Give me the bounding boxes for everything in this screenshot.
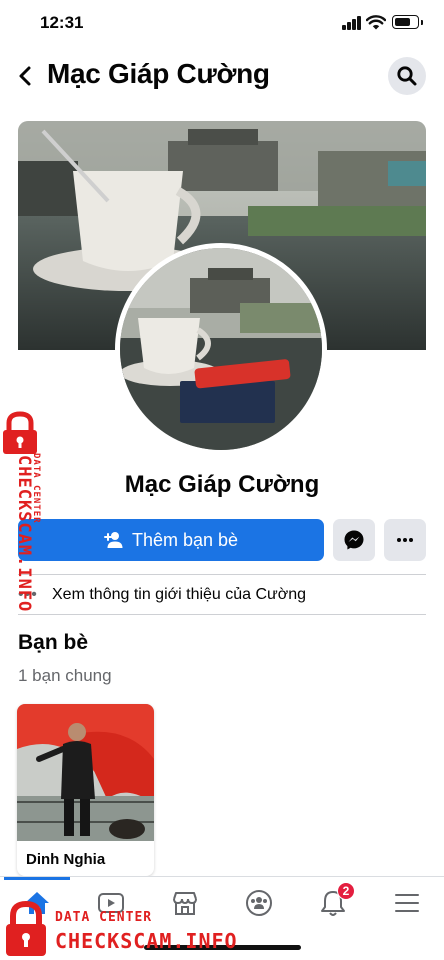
watermark-lock-icon: [6, 900, 46, 956]
marketplace-icon: [173, 892, 197, 915]
about-label: Xem thông tin giới thiệu của Cường: [52, 586, 307, 603]
divider: [18, 614, 426, 615]
watermark-bottom-text: CHECKSCAM.INFO: [55, 929, 238, 953]
status-bar: 12:31: [0, 0, 444, 46]
messenger-button[interactable]: [333, 519, 375, 561]
friend-name: Dinh Nghia: [26, 851, 106, 868]
battery-icon: [392, 15, 423, 29]
friends-title[interactable]: Bạn bè: [18, 631, 88, 655]
messenger-icon: [344, 530, 364, 550]
add-friend-button[interactable]: Thêm bạn bè: [18, 519, 324, 561]
mutual-friends-count[interactable]: 1 bạn chung: [18, 666, 112, 686]
nav-marketplace[interactable]: [163, 885, 207, 921]
groups-icon: [246, 890, 272, 916]
back-button[interactable]: [10, 60, 40, 92]
friend-photo: [17, 704, 154, 841]
signal-icon: [342, 16, 362, 30]
more-icon: [397, 538, 413, 542]
search-button[interactable]: [388, 57, 426, 95]
search-icon: [397, 66, 417, 86]
header: Mạc Giáp Cường: [0, 52, 444, 100]
notification-badge: 2: [337, 882, 355, 900]
nav-notifications[interactable]: 2: [311, 882, 355, 921]
profile-name: Mạc Giáp Cường: [124, 471, 320, 498]
watermark-bottom-small-text: DATA CENTER: [55, 910, 153, 925]
nav-groups[interactable]: [237, 885, 281, 921]
nav-active-indicator: [4, 877, 70, 880]
avatar-image: [120, 248, 322, 450]
menu-icon: [395, 894, 419, 912]
profile-avatar[interactable]: [115, 243, 327, 455]
watermark-side-small-text: DATA CENTER: [31, 453, 41, 524]
page-title: Mạc Giáp Cường: [47, 58, 270, 89]
wifi-icon: [366, 15, 386, 30]
friend-card[interactable]: Dinh Nghia: [17, 704, 154, 876]
status-time: 12:31: [40, 13, 84, 32]
divider: [18, 574, 426, 575]
nav-menu[interactable]: [385, 885, 429, 921]
add-friend-label: Thêm bạn bè: [131, 529, 239, 550]
chevron-left-icon: [19, 66, 31, 86]
more-options-button[interactable]: [384, 519, 426, 561]
add-friend-icon: [103, 532, 123, 548]
about-link[interactable]: ••• Xem thông tin giới thiệu của Cường: [18, 580, 426, 610]
